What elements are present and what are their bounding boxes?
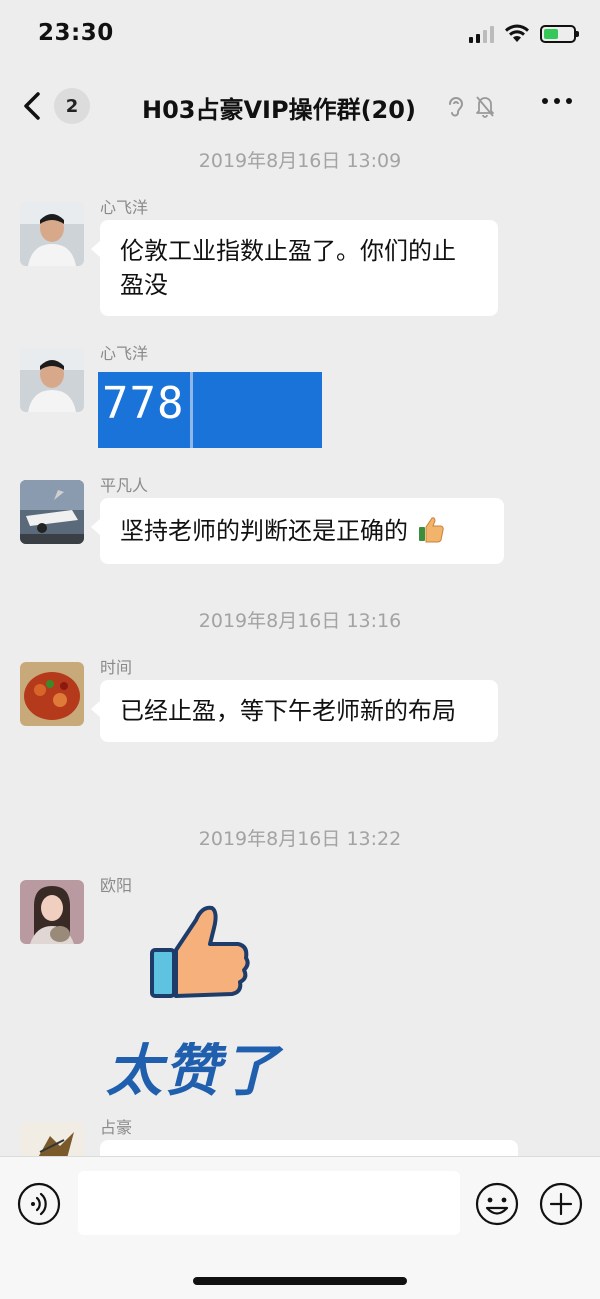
battery-icon <box>540 25 579 43</box>
status-time: 23:30 <box>38 20 114 46</box>
cellular-signal-icon <box>469 25 494 43</box>
status-bar: 23:30 <box>0 0 600 76</box>
message-bubble[interactable] <box>100 1140 518 1156</box>
image-message-text: 778 <box>102 378 185 429</box>
home-indicator <box>193 1277 407 1285</box>
message-item: 欧阳 太赞了 <box>20 876 580 1104</box>
voice-icon[interactable] <box>16 1181 62 1227</box>
avatar[interactable] <box>20 1122 84 1156</box>
message-bubble[interactable]: 已经止盈，等下午老师新的布局 <box>91 680 498 742</box>
more-options-button[interactable] <box>542 98 572 104</box>
chat-title: H03占豪VIP操作群(20) <box>142 96 416 124</box>
avatar[interactable] <box>20 202 84 266</box>
message-item: 时间 已经止盈，等下午老师新的布局 <box>20 658 580 792</box>
avatar[interactable] <box>20 348 84 412</box>
status-icons <box>469 24 579 44</box>
timestamp: 2019年8月16日 13:22 <box>198 828 402 850</box>
sender-name: 心飞洋 <box>100 344 149 363</box>
message-bubble[interactable]: 坚持老师的判断还是正确的 <box>91 498 504 564</box>
unread-count-badge: 2 <box>54 88 90 124</box>
message-item: 心飞洋 伦敦工业指数止盈了。你们的止盈没 <box>20 198 580 322</box>
title-status-icons <box>446 94 496 118</box>
avatar[interactable] <box>20 662 84 726</box>
sticker-caption: 太赞了 <box>106 1039 280 1104</box>
chat-header: 2 H03占豪VIP操作群(20) <box>0 76 600 138</box>
message-item: 平凡人 坚持老师的判断还是正确的 <box>20 476 580 580</box>
sender-name: 占豪 <box>100 1118 133 1137</box>
input-bar <box>0 1156 600 1299</box>
back-chevron-icon <box>24 92 40 120</box>
sender-name: 欧阳 <box>100 876 133 895</box>
emoji-icon[interactable] <box>474 1181 520 1227</box>
earpiece-icon <box>449 97 464 117</box>
avatar[interactable] <box>20 480 84 544</box>
sender-name: 心飞洋 <box>100 198 149 217</box>
thumbs-up-sticker-icon <box>150 905 250 998</box>
sender-name: 时间 <box>100 658 133 677</box>
timestamp: 2019年8月16日 13:16 <box>198 610 402 632</box>
back-button[interactable]: 2 <box>18 86 90 126</box>
message-item: 占豪 <box>20 1118 580 1156</box>
message-item: 心飞洋 778 <box>20 344 580 458</box>
message-text: 坚持老师的判断还是正确的 <box>120 517 408 545</box>
more-dots-icon <box>542 98 548 104</box>
image-message[interactable]: 778 <box>98 372 322 448</box>
wifi-icon <box>505 24 529 42</box>
message-input[interactable] <box>78 1171 460 1235</box>
sticker-message[interactable]: 太赞了 <box>100 898 300 1104</box>
avatar[interactable] <box>20 880 84 944</box>
message-bubble[interactable]: 伦敦工业指数止盈了。你们的止盈没 <box>91 220 498 316</box>
thumbs-up-icon <box>418 517 444 543</box>
timestamp: 2019年8月16日 13:09 <box>198 150 402 172</box>
plus-icon[interactable] <box>538 1181 584 1227</box>
mute-bell-icon <box>476 96 494 118</box>
sender-name: 平凡人 <box>100 476 149 495</box>
chat-message-list[interactable]: 2019年8月16日 13:09 心飞洋 伦敦工业指数止盈了。你们的止盈没 心飞… <box>0 138 600 1156</box>
